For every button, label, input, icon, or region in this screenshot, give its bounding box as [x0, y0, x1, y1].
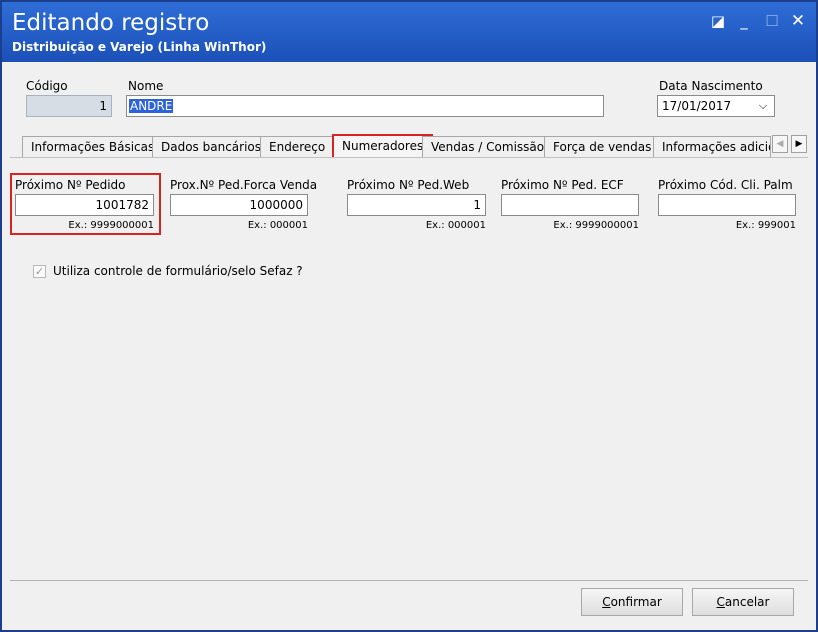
- cli-palm-label: Próximo Cód. Cli. Palm: [658, 178, 793, 192]
- tab-informacoes-basicas[interactable]: Informações Básicas: [22, 136, 164, 158]
- proximo-pedido-example: Ex.: 9999000001: [68, 220, 154, 231]
- window-subtitle: Distribuição e Varejo (Linha WinThor): [12, 40, 267, 54]
- proximo-pedido-value: 1001782: [95, 198, 149, 212]
- nome-field[interactable]: ANDRE: [126, 95, 604, 117]
- tab-endereco[interactable]: Endereço: [260, 136, 335, 158]
- tab-strip: Informações Básicas Dados bancários Ende…: [20, 134, 810, 159]
- data-nascimento-label: Data Nascimento: [659, 79, 763, 93]
- tab-scroll-right-icon[interactable]: ▶: [791, 135, 807, 153]
- proximo-pedido-field[interactable]: 1001782: [15, 194, 154, 216]
- ped-web-label: Próximo Nº Ped.Web: [347, 178, 470, 192]
- close-icon[interactable]: ✕: [789, 12, 807, 30]
- ped-ecf-label: Próximo Nº Ped. ECF: [501, 178, 624, 192]
- tab-numeradores[interactable]: Numeradores: [332, 134, 434, 159]
- confirm-label: onfirmar: [610, 595, 662, 609]
- ped-web-field[interactable]: 1: [347, 194, 486, 216]
- confirm-mnemonic: C: [602, 595, 611, 609]
- tab-forca-de-vendas[interactable]: Força de vendas: [544, 136, 661, 158]
- codigo-label: Código: [26, 79, 68, 93]
- tab-scroll-left-icon[interactable]: ◀: [772, 135, 788, 153]
- cancel-label: ancelar: [724, 595, 770, 609]
- cancel-button[interactable]: Cancelar: [692, 588, 794, 616]
- cli-palm-field[interactable]: [658, 194, 796, 216]
- ped-web-example: Ex.: 000001: [425, 220, 486, 231]
- confirm-button[interactable]: Confirmar: [581, 588, 683, 616]
- title-bar[interactable]: Editando registro Distribuição e Varejo …: [2, 2, 816, 62]
- proximo-pedido-label: Próximo Nº Pedido: [15, 178, 126, 192]
- codigo-value: 1: [99, 99, 107, 113]
- forca-venda-field[interactable]: 1000000: [170, 194, 308, 216]
- nome-label: Nome: [128, 79, 164, 93]
- codigo-field[interactable]: 1: [26, 95, 112, 117]
- sefaz-checkbox-label: Utiliza controle de formulário/selo Sefa…: [53, 264, 303, 278]
- data-nascimento-field[interactable]: 17/01/2017 ⌵: [657, 95, 775, 117]
- forca-venda-label: Prox.Nº Ped.Forca Venda: [170, 178, 318, 192]
- restore-icon[interactable]: ◪: [709, 12, 727, 30]
- tab-vendas-comissao[interactable]: Vendas / Comissão: [422, 136, 554, 158]
- sefaz-checkbox[interactable]: ✓: [33, 265, 46, 278]
- cli-palm-example: Ex.: 999001: [735, 220, 796, 231]
- data-nascimento-value: 17/01/2017: [662, 99, 732, 113]
- edit-record-window: Editando registro Distribuição e Varejo …: [0, 0, 818, 632]
- chevron-down-icon[interactable]: ⌵: [756, 99, 770, 113]
- footer-divider: [10, 580, 808, 581]
- maximize-icon[interactable]: ☐: [763, 12, 781, 30]
- ped-web-value: 1: [473, 198, 481, 212]
- tab-informacoes-adicionais[interactable]: Informações adicion: [653, 136, 771, 158]
- forca-venda-example: Ex.: 000001: [247, 220, 308, 231]
- nome-value: ANDRE: [129, 99, 174, 113]
- ped-ecf-example: Ex.: 9999000001: [553, 220, 639, 231]
- ped-ecf-field[interactable]: [501, 194, 639, 216]
- tab-dados-bancarios[interactable]: Dados bancários: [152, 136, 271, 158]
- cancel-mnemonic: C: [716, 595, 725, 609]
- window-title: Editando registro: [12, 10, 210, 36]
- forca-venda-value: 1000000: [249, 198, 303, 212]
- minimize-icon[interactable]: _: [735, 12, 753, 30]
